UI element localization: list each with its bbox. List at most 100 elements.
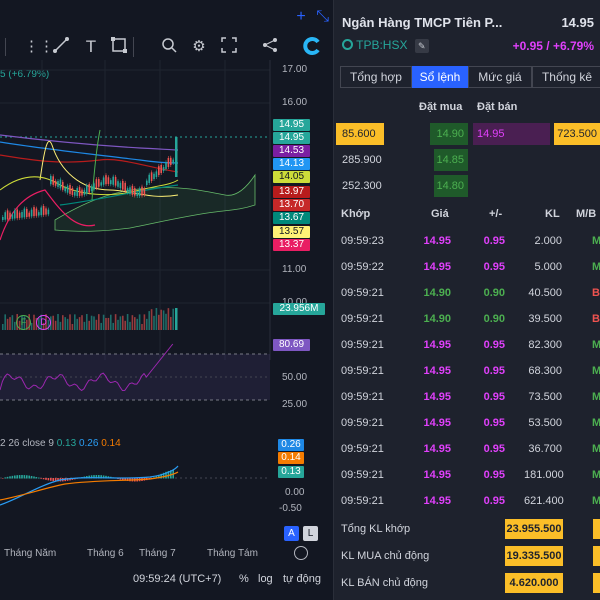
rectangle-icon[interactable] [108,36,130,58]
volume-bar [136,318,138,330]
goto-date-icon[interactable] [294,546,308,560]
macd-level-tag: 0.13 [278,466,304,478]
ask-volume: 723.500 [554,123,600,145]
macd-axis-label: -0.50 [279,503,302,514]
summary-bar [593,573,600,593]
macd-histogram-bar [2,478,4,479]
auto-scale-toggle[interactable]: tự động [283,573,321,585]
tab-price-levels[interactable]: Mức giá [468,66,532,88]
auto-scale-button[interactable]: A [284,526,299,541]
candle [66,185,69,193]
lock-scale-button[interactable]: L [303,526,318,541]
time-axis-label: Tháng 6 [87,548,124,559]
dividend-marker-icon[interactable]: D [36,315,51,330]
summary-row: Tổng KL khớp 23.955.500 [334,517,600,541]
bid-volume: 252.300 [342,180,382,192]
trade-volume: 621.400 [524,495,564,507]
price-level-tag: 13.37 [273,239,310,251]
text-icon[interactable]: T [80,36,102,58]
volume-bar [81,315,83,330]
collapse-icon[interactable]: ⤡ [316,8,329,26]
price-level-tag: 14.53 [273,145,310,157]
bid-price[interactable]: 14.80 [434,175,468,197]
macd-histogram-bar [33,476,35,479]
orderbook-row[interactable]: 252.300 14.80 [334,174,600,200]
macd-histogram-bar [52,478,54,482]
candle [59,179,62,189]
trade-time: 09:59:21 [341,443,384,455]
volume-bar [105,317,107,330]
rsi-axis-label: 25.00 [282,399,308,410]
summary-label: KL BÁN chủ động [341,577,429,589]
stock-price: 14.95 [561,15,594,30]
financials-marker-icon[interactable]: F [16,315,31,330]
share-icon[interactable] [259,36,281,58]
bid-price[interactable]: 14.90 [430,123,468,145]
volume-bar [11,315,14,330]
bid-price[interactable]: 14.85 [434,149,468,171]
ask-price[interactable]: 14.95 [473,123,550,145]
candle [18,212,21,218]
candle [6,210,9,220]
volume-bar [74,314,76,330]
candle [119,182,122,189]
price-level-tag: 13.97 [273,186,310,198]
zoom-icon[interactable] [158,36,180,58]
summary-row: KL MUA chủ động 19.335.500 [334,544,600,568]
orderbook-row[interactable]: 85.600 14.90 14.95 723.500 [334,122,600,148]
tab-summary[interactable]: Tổng hợp [340,66,412,88]
trade-side: M [592,235,600,247]
tab-orderbook[interactable]: Sổ lệnh [412,66,468,88]
volume-bar [165,313,167,330]
trade-row: 09:59:21 14.95 0.95 621.400 M [334,489,600,515]
price-level-tag: 13.70 [273,199,310,211]
trades-header: Khớp Giá +/- KL M/B [334,208,600,226]
trendline-icon[interactable] [50,36,72,58]
toolbar-edge [0,38,6,56]
volume-bar [124,320,126,330]
ask-header: Đặt bán [477,101,518,113]
volume-bar [57,314,59,330]
ticker-symbol[interactable]: TPB:HSX [356,38,407,52]
trade-time: 09:59:21 [341,469,384,481]
orderbook-row[interactable]: 285.900 14.85 [334,148,600,174]
trade-volume: 73.500 [528,391,562,403]
percent-scale-button[interactable]: % [239,573,249,585]
settings-icon[interactable]: ⚙ [188,36,210,58]
candle [38,212,40,216]
volume-bar [170,316,172,330]
volume-bar [59,321,62,330]
macd-params: 2 26 close 9 [0,438,54,449]
trade-change: 0.90 [483,287,505,299]
volume-bar [86,314,88,330]
candle [114,176,117,186]
trade-change: 0.95 [483,339,505,351]
candle [23,208,26,218]
trade-volume: 68.300 [528,365,562,377]
volume-bar [93,316,95,330]
tab-statistics[interactable]: Thống kê [532,66,600,88]
candle [57,181,59,187]
ticker-status-icon [342,39,353,50]
candle [45,208,47,215]
trade-row: 09:59:21 14.95 0.95 36.700 M [334,437,600,463]
chart-panel[interactable]: + ⤡ ⋮⋮ T ⚙ 5 (+6.79%) 17.00 16.00 11.00 … [0,0,333,600]
trade-price: 14.95 [423,365,451,377]
candle [76,188,78,196]
log-scale-button[interactable]: log [258,573,273,585]
snapshot-icon[interactable] [302,36,324,58]
volume-bar [143,314,146,330]
add-icon[interactable]: + [296,8,305,26]
candle [117,181,119,187]
trade-volume: 39.500 [528,313,562,325]
trade-time: 09:59:21 [341,287,384,299]
volume-bar [158,314,160,330]
ticker-row: TPB:HSX ✎ [342,38,429,53]
trade-price: 14.95 [423,391,451,403]
edit-icon[interactable]: ✎ [414,39,429,53]
volume-bar [88,320,90,330]
candle [175,137,178,177]
drag-handle-icon[interactable]: ⋮⋮ [24,36,54,58]
fullscreen-icon[interactable] [218,36,240,58]
trade-price: 14.95 [423,339,451,351]
